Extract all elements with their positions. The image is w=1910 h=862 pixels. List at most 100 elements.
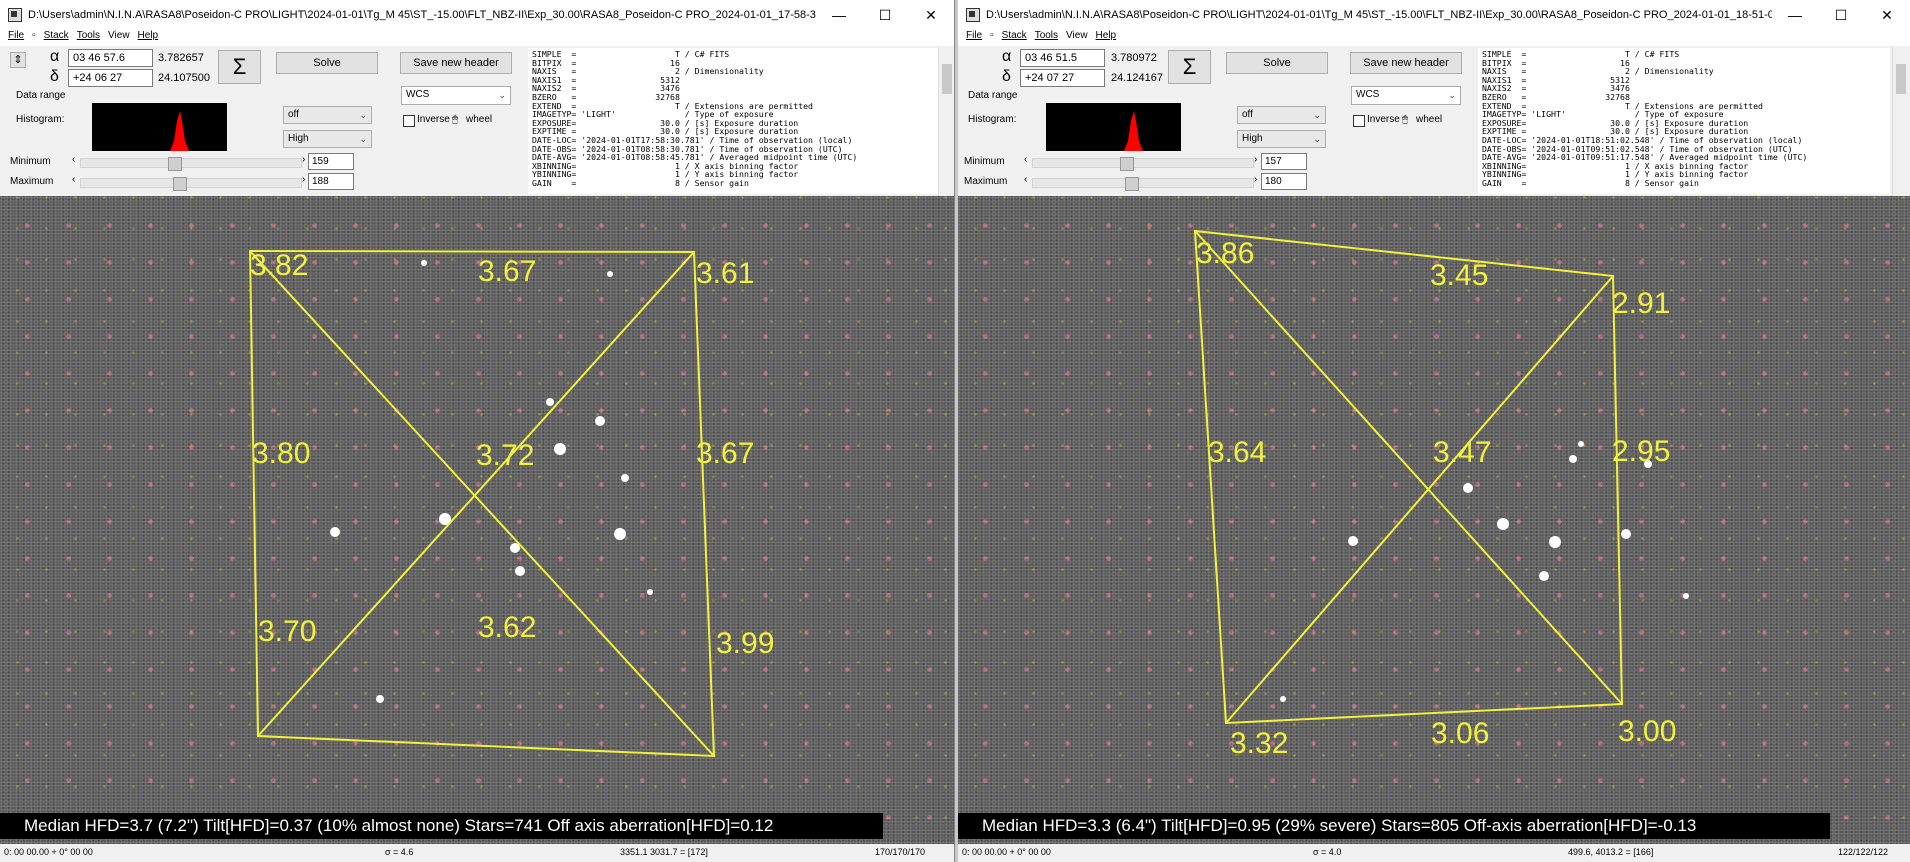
scrollbar-thumb[interactable] [1896,64,1906,94]
window-title: D:\Users\admin\N.I.N.A\RASA8\Poseidon-C … [986,9,1772,21]
slider-left-arrow[interactable]: ‹ [1024,174,1027,185]
minimize-icon[interactable]: — [1772,7,1818,23]
chevron-down-icon: ⌄ [359,110,367,120]
header-scrollbar[interactable] [938,46,954,196]
tilt-quadrilateral [248,249,716,758]
slider-left-arrow[interactable]: ‹ [72,154,75,165]
hfd-center: 3.72 [476,439,534,472]
hfd-bottom-left: 3.32 [1230,727,1288,760]
menu-file[interactable]: File [966,30,982,46]
solve-button[interactable]: Solve [276,52,378,74]
tilt-overlay: 3.82 3.67 3.61 3.80 3.72 3.67 3.70 3.62 … [248,249,774,758]
hfd-top-right: 3.61 [696,257,754,290]
stack-icon[interactable]: ▫ [32,30,36,46]
slider-left-arrow[interactable]: ‹ [1024,154,1027,165]
ra-value: 3.780972 [1111,52,1157,64]
save-header-button[interactable]: Save new header [400,52,512,74]
range-combo[interactable]: off ⌄ [283,106,372,124]
hfd-center: 3.47 [1433,436,1491,469]
maximum-input[interactable]: 180 [1261,173,1307,190]
menu-file[interactable]: File [8,30,24,46]
delta-label: δ [50,68,59,85]
maximize-icon[interactable]: ☐ [862,7,908,24]
minimum-slider-thumb[interactable] [1120,157,1135,171]
minimize-icon[interactable]: — [816,7,862,23]
slider-left-arrow[interactable]: ‹ [72,174,75,185]
quality-combo[interactable]: High ⌄ [1237,130,1326,148]
fits-header[interactable]: SIMPLE = T / C# FITS BITPIX = 16 NAXIS = 2… [528,48,938,194]
star [330,527,340,537]
slider-right-arrow[interactable]: › [302,154,305,165]
quality-combo[interactable]: High ⌄ [283,130,372,148]
menu-bar: File ▫ Stack Tools View Help [958,30,1910,46]
solve-button[interactable]: Solve [1226,52,1328,74]
maximum-input[interactable]: 188 [308,173,354,190]
menu-tools[interactable]: Tools [77,30,100,46]
star [421,260,427,266]
save-header-button[interactable]: Save new header [1350,52,1462,74]
minimum-input[interactable]: 157 [1261,153,1307,170]
dec-input[interactable]: +24 06 27 [68,69,153,87]
hfd-bottom: 3.62 [478,611,536,644]
sigma-button[interactable]: Σ [218,50,261,84]
status-pixel: 499.6, 4013.2 = [166] [1568,847,1654,857]
ra-input[interactable]: 03 46 57.6 [68,49,153,67]
arrows-icon[interactable]: ⇕ [10,52,26,68]
close-icon[interactable]: ✕ [908,7,954,24]
star [1621,529,1631,539]
maximum-slider-thumb[interactable] [172,177,187,191]
maximum-slider-thumb[interactable] [1124,177,1139,191]
maximize-icon[interactable]: ☐ [1818,7,1864,24]
slider-right-arrow[interactable]: › [1254,154,1257,165]
image-view[interactable]: 3.86 3.45 2.91 3.64 3.47 2.95 3.32 3.06 … [958,196,1910,844]
inverse-checkbox[interactable] [1353,115,1365,127]
hfd-top: 3.67 [478,255,536,288]
sigma-button[interactable]: Σ [1168,50,1211,84]
dec-value: 24.107500 [158,72,210,84]
app-icon [8,8,22,22]
star [546,398,554,406]
maximum-slider[interactable] [80,177,302,191]
minimum-slider[interactable] [80,157,302,171]
stat-line: Median HFD=3.7 (7.2") Tilt[HFD]=0.37 (10… [0,813,883,839]
minimum-slider[interactable] [1032,157,1254,171]
menu-bar: File ▫ Stack Tools View Help [0,30,954,46]
star [515,566,525,576]
chevron-down-icon: ⌄ [498,90,506,100]
close-icon[interactable]: ✕ [1864,7,1910,24]
mouse-icon: 🖱 [1402,114,1408,125]
menu-stack[interactable]: Stack [44,30,69,46]
slider-right-arrow[interactable]: › [302,174,305,185]
menu-help[interactable]: Help [138,30,159,46]
hfd-top-left: 3.86 [1196,237,1254,270]
histogram-peak [1124,111,1143,151]
hfd-diagonal [249,250,715,757]
scrollbar-thumb[interactable] [942,64,952,94]
range-combo[interactable]: off ⌄ [1237,106,1326,124]
menu-view[interactable]: View [1066,30,1088,46]
header-scrollbar[interactable] [1892,46,1909,196]
minimum-input[interactable]: 159 [308,153,354,170]
minimum-slider-thumb[interactable] [168,157,183,171]
menu-stack[interactable]: Stack [1002,30,1027,46]
star [1463,483,1473,493]
inverse-checkbox[interactable] [403,115,415,127]
slider-right-arrow[interactable]: › [1254,174,1257,185]
menu-view[interactable]: View [108,30,130,46]
wcs-combo[interactable]: WCS ⌄ [401,86,511,105]
menu-tools[interactable]: Tools [1035,30,1058,46]
fits-header[interactable]: SIMPLE = T / C# FITS BITPIX = 16 NAXIS = 2… [1478,48,1890,194]
image-view[interactable]: 3.82 3.67 3.61 3.80 3.72 3.67 3.70 3.62 … [0,196,954,844]
wcs-combo[interactable]: WCS ⌄ [1351,86,1461,105]
range-combo-value: off [288,109,299,120]
histogram-label: Histogram: [16,114,65,125]
star [376,695,384,703]
maximum-slider[interactable] [1032,177,1254,191]
star [1578,441,1584,447]
ra-input[interactable]: 03 46 51.5 [1020,49,1105,67]
stack-icon[interactable]: ▫ [990,30,994,46]
menu-help[interactable]: Help [1096,30,1117,46]
hfd-right: 3.67 [696,437,754,470]
dec-input[interactable]: +24 07 27 [1020,69,1105,87]
star [1280,696,1286,702]
